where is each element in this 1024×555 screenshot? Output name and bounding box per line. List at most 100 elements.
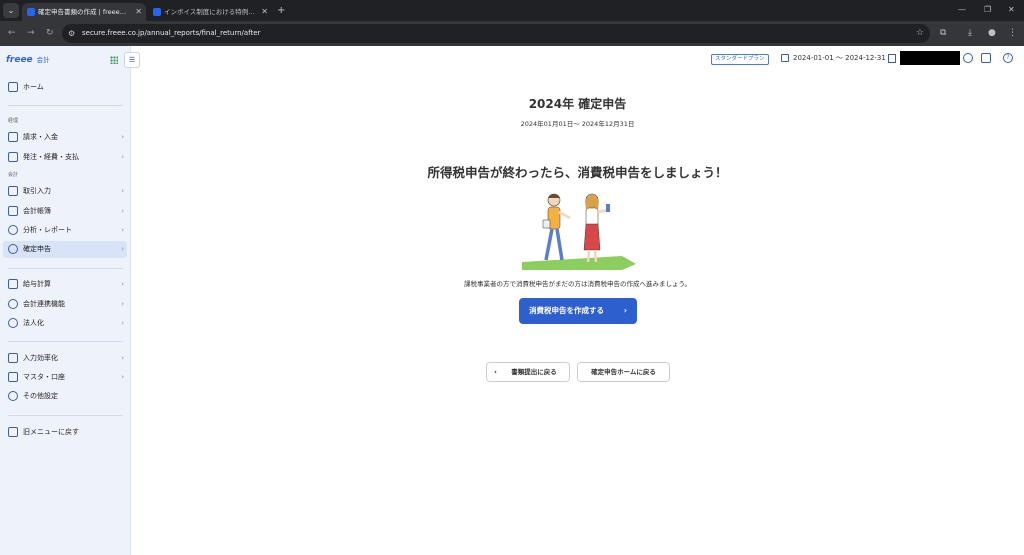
sidebar: freee 会計 ☰ ホーム 経理 請求・入金 › 発注・経費・支払 › 会計 取… <box>0 46 140 555</box>
logo-text: freee <box>6 55 33 65</box>
minimize-icon[interactable]: — <box>958 2 966 18</box>
button-label: 書類提出に戻る <box>511 368 557 376</box>
sidebar-item-label: マスタ・口座 <box>23 373 65 381</box>
sidebar-item-label: 給与計算 <box>23 280 51 288</box>
arrow-path-shape <box>522 256 636 270</box>
fiscal-period[interactable]: 2024-01-01 〜 2024-12-31 <box>793 52 886 64</box>
tab-close-icon[interactable]: ✕ <box>135 3 142 21</box>
page-title: 2024年 確定申告 <box>528 97 627 111</box>
new-tab-icon[interactable]: + <box>277 3 285 18</box>
sidebar-item-label: 分析・レポート <box>23 226 72 234</box>
chevron-right-icon: › <box>121 226 124 234</box>
tab-title: 確定申告書類の作成 | freee会計 <box>38 8 130 16</box>
sidebar-item-home[interactable]: ホーム <box>3 79 127 96</box>
company-name-redacted[interactable] <box>900 51 960 65</box>
site-info-icon[interactable]: ⚙ <box>68 26 75 41</box>
reload-icon[interactable]: ↻ <box>46 26 54 41</box>
extensions-icon[interactable]: ⧉ <box>940 26 946 41</box>
sidebar-item-integrations[interactable]: 会計連携機能 › <box>3 296 127 313</box>
sidebar-item-label: 入力効率化 <box>23 354 58 362</box>
button-label: 確定申告ホームに戻る <box>591 368 656 376</box>
company-icon <box>888 54 896 63</box>
headline: 所得税申告が終わったら、消費税申告をしましょう！ <box>427 165 728 180</box>
back-to-submission-button[interactable]: ‹ 書類提出に戻る <box>486 362 570 382</box>
chevron-right-icon: › <box>121 133 124 141</box>
tab-close-icon[interactable]: ✕ <box>261 3 268 21</box>
help-icon[interactable]: ? <box>1003 53 1013 63</box>
page-period: 2024年01月01日～ 2024年12月31日 <box>520 120 635 128</box>
back-icon[interactable]: ← <box>8 26 16 41</box>
document-icon <box>8 132 18 142</box>
chevron-left-icon: ‹ <box>494 368 497 376</box>
chat-icon[interactable] <box>981 53 991 63</box>
bookmark-star-icon[interactable]: ☆ <box>916 24 924 43</box>
description-text: 課税事業者の方で消費税申告がまだの方は消費税申告の作成へ進みましょう。 <box>463 280 692 288</box>
sidebar-item-label: 取引入力 <box>23 187 51 195</box>
sidebar-item-label: 会計帳簿 <box>23 207 51 215</box>
sidebar-item-ledger[interactable]: 会計帳簿 › <box>3 203 127 220</box>
sidebar-item-efficiency[interactable]: 入力効率化 › <box>3 350 127 367</box>
freee-favicon-icon <box>27 8 35 16</box>
download-icon[interactable]: ⤓ <box>968 26 972 41</box>
payroll-icon <box>8 279 18 289</box>
sidebar-divider <box>8 341 123 342</box>
url-text[interactable]: secure.freee.co.jp/annual_reports/final_… <box>82 24 260 43</box>
sidebar-item-label: 請求・入金 <box>23 133 58 141</box>
chevron-right-icon: › <box>121 319 124 327</box>
chevron-right-icon: › <box>121 373 124 381</box>
sidebar-item-label: ホーム <box>23 83 44 91</box>
browser-tab-active[interactable]: 確定申告書類の作成 | freee会計 ✕ <box>22 3 146 21</box>
wallet-icon <box>8 152 18 162</box>
sidebar-item-label: 発注・経費・支払 <box>23 153 79 161</box>
sidebar-divider <box>8 415 123 416</box>
building-icon <box>8 318 18 328</box>
sidebar-divider <box>8 105 123 106</box>
section-label-kaikei: 会計 <box>8 172 19 178</box>
sidebar-collapse-icon[interactable]: ☰ <box>124 52 140 68</box>
chevron-right-icon: › <box>121 207 124 215</box>
browser-menu-icon[interactable]: ⋮ <box>1008 26 1017 41</box>
sidebar-divider <box>8 268 123 269</box>
section-label-keiri: 経理 <box>8 118 19 124</box>
back-to-tax-home-button[interactable]: 確定申告ホームに戻る <box>577 362 670 382</box>
profile-icon[interactable]: ● <box>988 26 996 41</box>
home-icon <box>8 82 18 92</box>
app-grid-icon[interactable] <box>110 56 118 64</box>
sidebar-item-incorporation[interactable]: 法人化 › <box>3 315 127 332</box>
create-consumption-tax-button[interactable]: 消費税申告を作成する › <box>519 298 637 324</box>
chevron-right-icon: › <box>121 187 124 195</box>
maximize-icon[interactable]: ❐ <box>984 2 991 18</box>
wand-icon <box>8 353 18 363</box>
sidebar-item-label: 確定申告 <box>23 245 51 253</box>
swap-icon <box>8 427 18 437</box>
tab-search-icon[interactable]: ⌄ <box>3 3 19 18</box>
sidebar-item-master[interactable]: マスタ・口座 › <box>3 369 127 386</box>
browser-tab-inactive[interactable]: インボイス制度における特例 – free ✕ <box>148 3 272 21</box>
database-icon <box>8 372 18 382</box>
link-icon <box>8 299 18 309</box>
sidebar-item-transactions[interactable]: 取引入力 › <box>3 183 127 200</box>
person-icon <box>8 244 18 254</box>
chevron-right-icon: › <box>121 280 124 288</box>
book-icon <box>8 206 18 216</box>
sidebar-item-label: その他設定 <box>23 392 58 400</box>
plan-badge: スタンダードプラン <box>711 54 769 65</box>
sidebar-item-label: 旧メニューに戻す <box>23 428 79 436</box>
tab-title: インボイス制度における特例 – free <box>164 8 256 16</box>
sidebar-item-invoice[interactable]: 請求・入金 › <box>3 129 127 146</box>
sidebar-item-settings[interactable]: その他設定 <box>3 388 127 405</box>
sidebar-item-expense[interactable]: 発注・経費・支払 › <box>3 149 127 166</box>
sidebar-item-old-menu[interactable]: 旧メニューに戻す <box>3 424 127 441</box>
walking-people-illustration <box>522 193 636 270</box>
window-close-icon[interactable]: ✕ <box>1008 2 1015 18</box>
account-icon[interactable] <box>963 53 973 63</box>
forward-icon[interactable]: → <box>27 26 35 41</box>
sidebar-item-tax-return[interactable]: 確定申告 › <box>3 241 127 258</box>
pencil-icon <box>8 186 18 196</box>
chevron-right-icon: › <box>121 153 124 161</box>
sidebar-item-reports[interactable]: 分析・レポート › <box>3 222 127 239</box>
address-bar[interactable]: ⚙ secure.freee.co.jp/annual_reports/fina… <box>62 24 930 43</box>
sidebar-item-payroll[interactable]: 給与計算 › <box>3 276 127 293</box>
calendar-icon <box>781 54 789 62</box>
freee-logo[interactable]: freee 会計 <box>6 54 50 66</box>
